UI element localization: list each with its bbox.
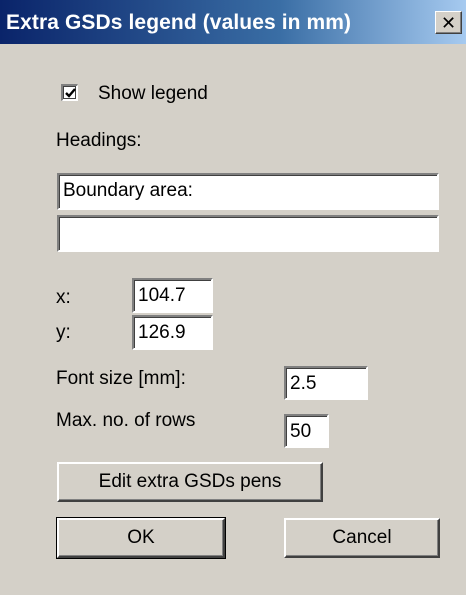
check-icon	[65, 88, 76, 98]
edit-pens-button[interactable]: Edit extra GSDs pens	[57, 462, 323, 502]
x-label: x:	[56, 287, 71, 308]
show-legend-checkbox[interactable]	[61, 84, 78, 101]
show-legend-label[interactable]: Show legend	[98, 83, 208, 105]
x-input[interactable]: 104.7	[132, 278, 213, 313]
dialog-window: Extra GSDs legend (values in mm) ✕ Show …	[0, 0, 466, 595]
window-title: Extra GSDs legend (values in mm)	[6, 11, 352, 34]
max-rows-input[interactable]: 50	[284, 414, 329, 448]
close-button[interactable]: ✕	[435, 11, 462, 34]
ok-button[interactable]: OK	[56, 517, 226, 559]
heading-line2-field[interactable]	[57, 215, 439, 252]
font-size-label: Font size [mm]:	[56, 368, 186, 389]
headings-label: Headings:	[56, 130, 142, 151]
y-label: y:	[56, 322, 71, 343]
max-rows-label: Max. no. of rows	[56, 410, 196, 431]
title-bar: Extra GSDs legend (values in mm) ✕	[0, 0, 466, 44]
close-icon: ✕	[440, 12, 457, 33]
heading-line1-field[interactable]: Boundary area:	[57, 173, 439, 210]
y-input[interactable]: 126.9	[132, 315, 213, 350]
cancel-button[interactable]: Cancel	[284, 518, 440, 558]
font-size-input[interactable]: 2.5	[284, 366, 368, 400]
